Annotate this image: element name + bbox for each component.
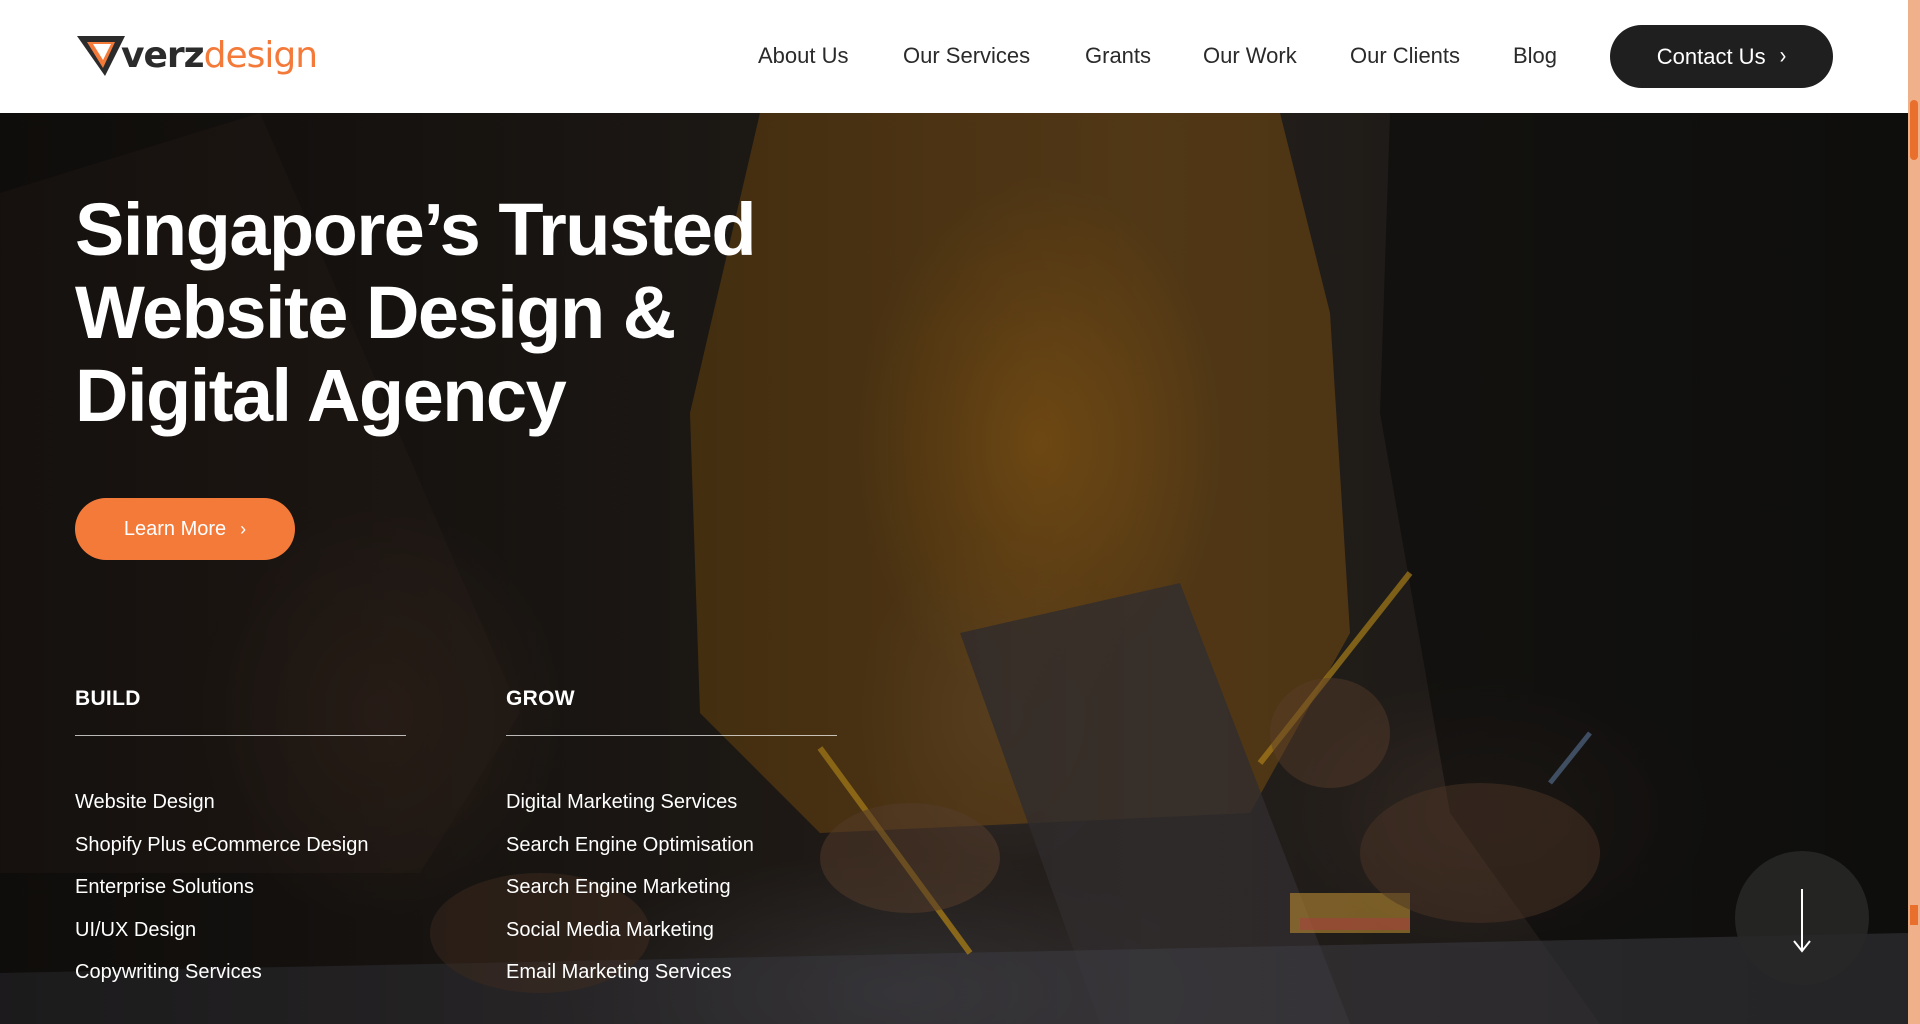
link-copywriting-services[interactable]: Copywriting Services — [75, 959, 262, 985]
learn-more-label: Learn More — [123, 517, 227, 540]
link-digital-marketing-services[interactable]: Digital Marketing Services — [506, 789, 737, 815]
link-search-engine-marketing[interactable]: Search Engine Marketing — [506, 874, 731, 900]
chevron-right-icon: › — [1779, 42, 1787, 70]
grow-column-divider — [506, 735, 837, 736]
nav-our-services[interactable]: Our Services — [903, 42, 1030, 70]
link-email-marketing-services[interactable]: Email Marketing Services — [506, 959, 732, 985]
nav-grants[interactable]: Grants — [1085, 42, 1151, 70]
build-column-divider — [75, 735, 406, 736]
nav-our-clients[interactable]: Our Clients — [1350, 42, 1460, 70]
contact-us-label: Contact Us — [1656, 43, 1766, 69]
site-header: verzdesign About Us Our Services Grants … — [0, 0, 1908, 113]
scrollbar-marker — [1910, 905, 1918, 925]
hero-headline: Singapore’s Trusted Website Design & Dig… — [75, 188, 757, 437]
hero-section: Singapore’s Trusted Website Design & Dig… — [0, 113, 1908, 1024]
grow-column-title: GROW — [506, 687, 575, 710]
nav-blog[interactable]: Blog — [1513, 42, 1557, 70]
learn-more-button[interactable]: Learn More › — [75, 498, 295, 560]
link-enterprise-solutions[interactable]: Enterprise Solutions — [75, 874, 254, 900]
contact-us-button[interactable]: Contact Us › — [1610, 25, 1833, 88]
chevron-right-icon: › — [240, 518, 247, 539]
scrollbar-thumb[interactable] — [1910, 100, 1918, 160]
nav-our-work[interactable]: Our Work — [1203, 42, 1297, 70]
link-social-media-marketing[interactable]: Social Media Marketing — [506, 917, 714, 943]
link-ui-ux-design[interactable]: UI/UX Design — [75, 917, 196, 943]
link-shopify-plus-ecommerce-design[interactable]: Shopify Plus eCommerce Design — [75, 832, 368, 858]
build-column-title: BUILD — [75, 687, 141, 710]
arrow-down-icon — [1793, 889, 1811, 953]
nav-about-us[interactable]: About Us — [758, 42, 849, 70]
scroll-down-button[interactable] — [1735, 851, 1869, 985]
link-website-design[interactable]: Website Design — [75, 789, 215, 815]
link-search-engine-optimisation[interactable]: Search Engine Optimisation — [506, 832, 754, 858]
